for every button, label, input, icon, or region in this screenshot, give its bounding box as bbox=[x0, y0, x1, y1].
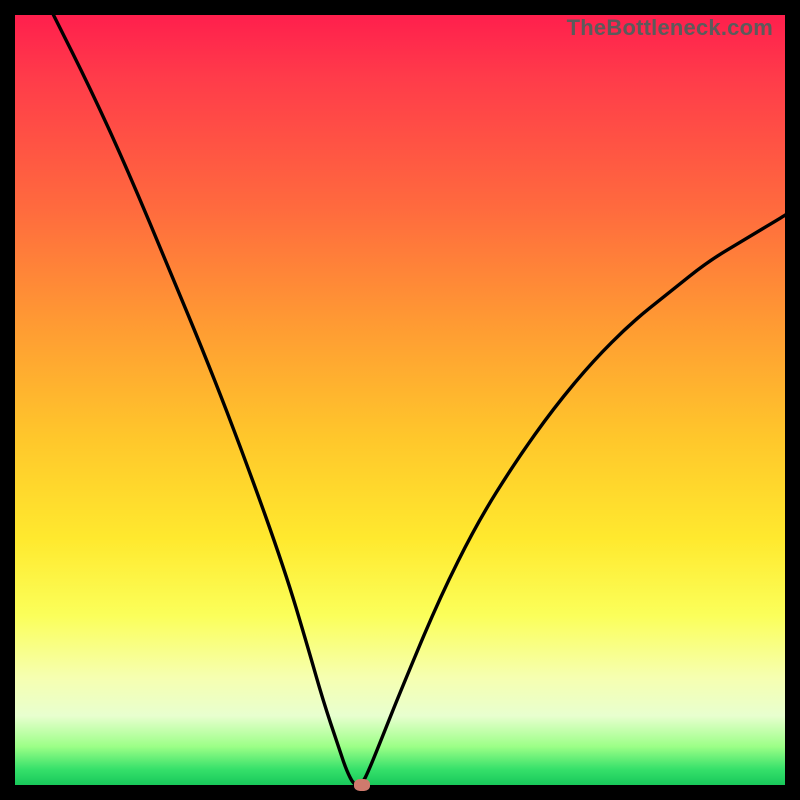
plot-area: TheBottleneck.com bbox=[15, 15, 785, 785]
minimum-marker bbox=[354, 779, 370, 791]
bottleneck-curve bbox=[15, 15, 785, 785]
chart-stage: TheBottleneck.com bbox=[0, 0, 800, 800]
